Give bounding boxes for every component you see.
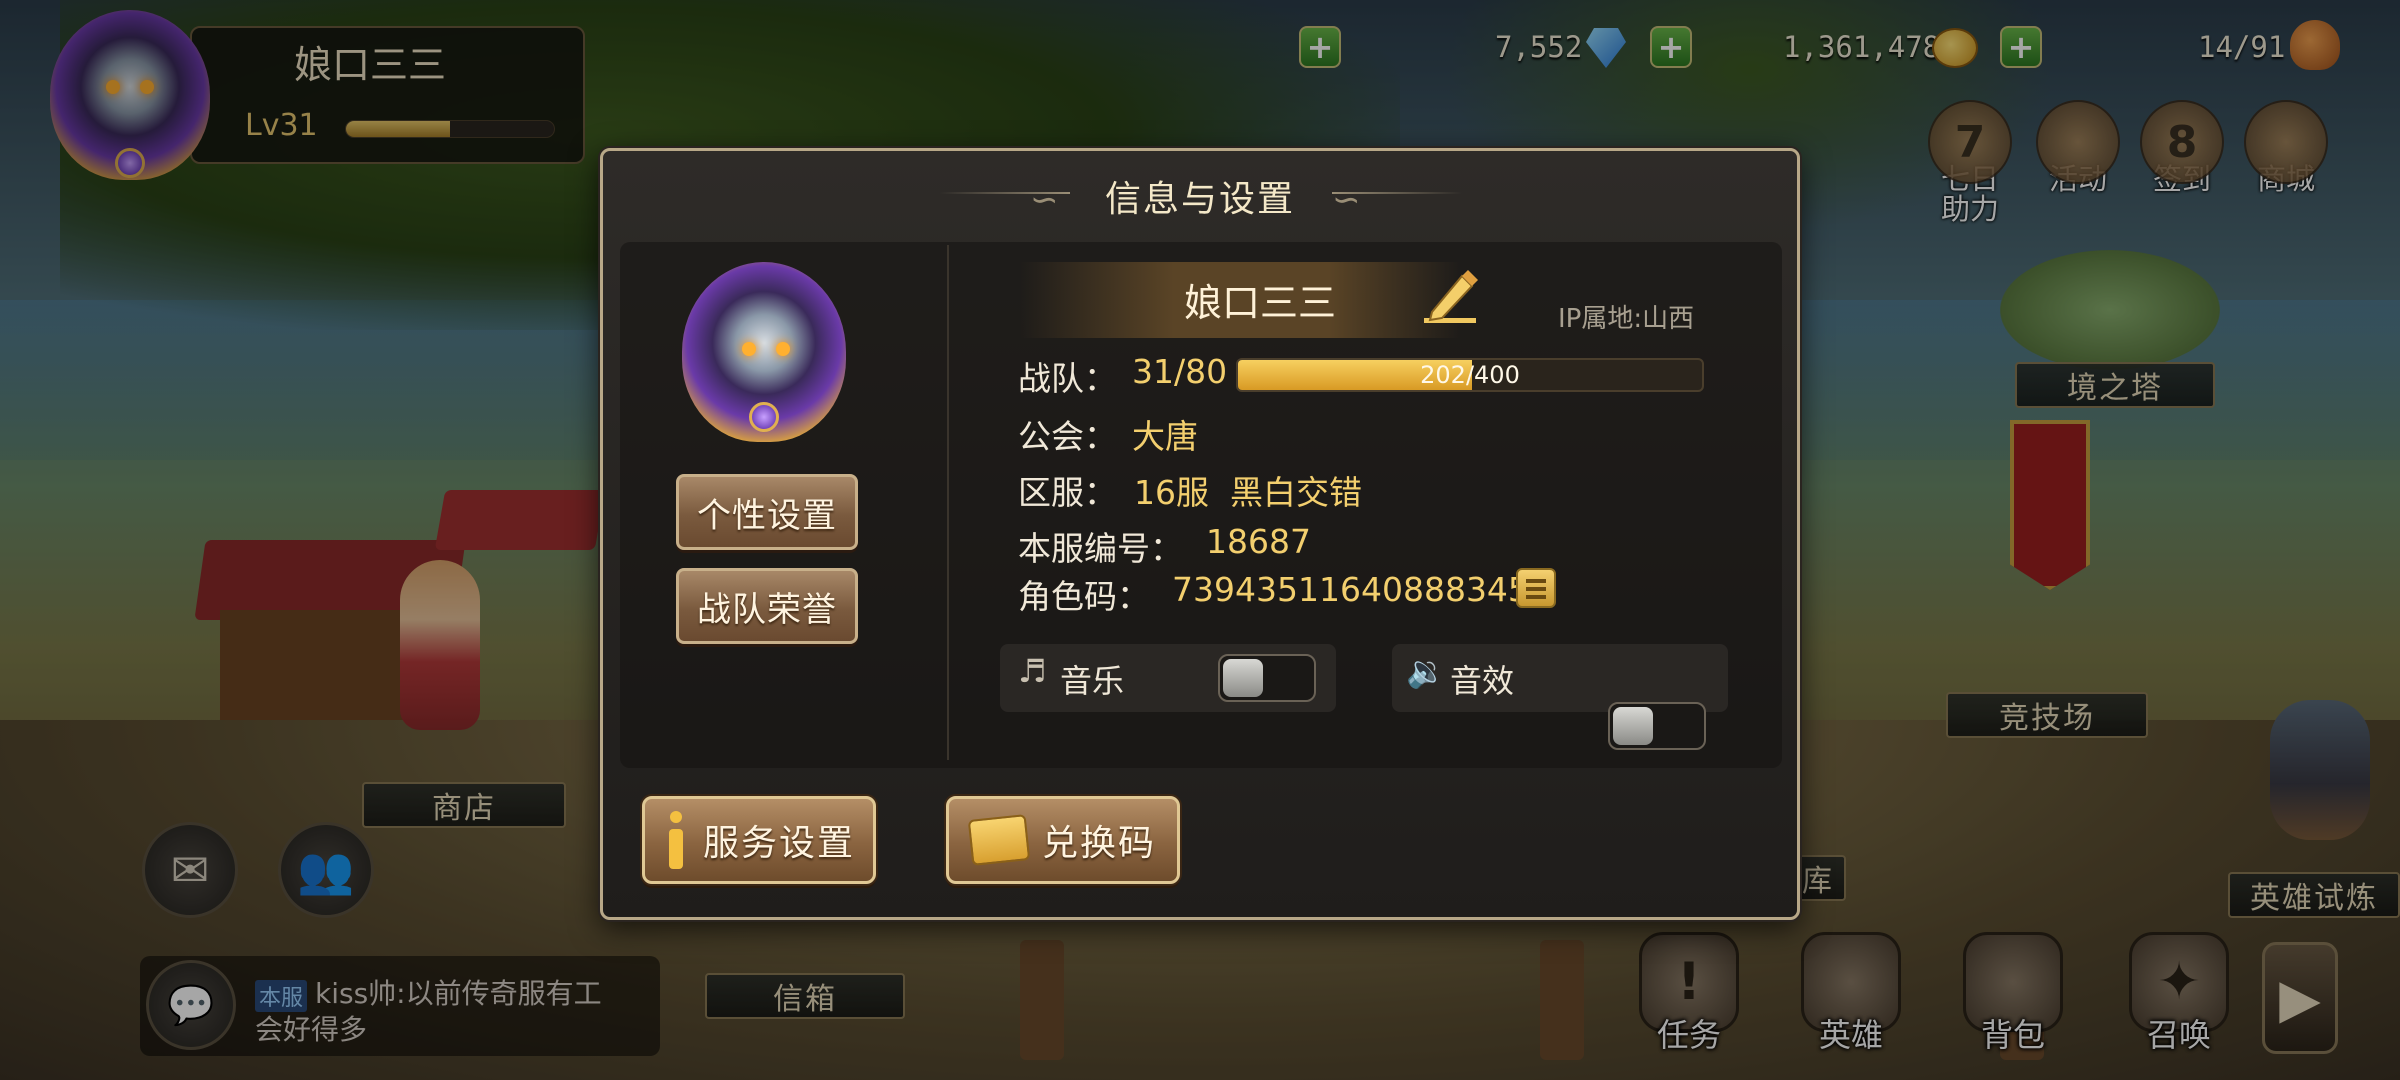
speaker-icon: 🔉 [1406,652,1446,690]
avatar-eye [776,342,790,356]
role-code-label: 角色码： [1018,577,1150,616]
info-icon [663,811,689,869]
avatar-gem [749,402,779,432]
redeem-code-button[interactable]: 兑换码 [946,796,1180,884]
personal-settings-button[interactable]: 个性设置 [676,474,858,550]
sfx-toggle[interactable] [1608,702,1706,750]
music-label: 音乐 [1060,662,1125,700]
team-label: 战队： [1018,359,1117,398]
music-note-icon: ♬ [1018,652,1047,690]
copy-icon[interactable] [1516,568,1556,608]
sfx-label: 音效 [1450,662,1515,700]
redeem-code-label: 兑换码 [1041,823,1156,864]
ip-location: IP属地:山西 [1558,304,1695,334]
service-settings-label: 服务设置 [702,823,855,864]
server-number-label: 本服编号： [1018,529,1183,568]
team-exp-text: 202/400 [1420,361,1520,389]
music-toggle[interactable] [1218,654,1316,702]
server-number-value: 18687 [1206,522,1311,561]
avatar-eye [742,342,756,356]
title-curl-right-icon: ∽ [1332,180,1361,220]
server-value: 16服 黑白交错 [1134,473,1362,512]
toggle-knob [1613,707,1653,745]
dialog-divider [947,245,949,760]
guild-label: 公会： [1018,417,1117,456]
role-code-value: 739435116408883455 [1172,570,1550,609]
dialog-avatar[interactable] [682,262,846,442]
toggle-knob [1223,659,1263,697]
dialog-player-name: 娘口三三 [1183,281,1336,325]
team-value: 31/80 [1132,352,1228,391]
edit-name-pencil-icon[interactable] [1418,268,1480,326]
ticket-icon [967,814,1031,866]
service-settings-button[interactable]: 服务设置 [642,796,876,884]
team-honor-button[interactable]: 战队荣誉 [676,568,858,644]
server-label: 区服： [1018,473,1117,512]
title-ornament-right [1332,192,1462,194]
guild-value: 大唐 [1132,417,1198,456]
